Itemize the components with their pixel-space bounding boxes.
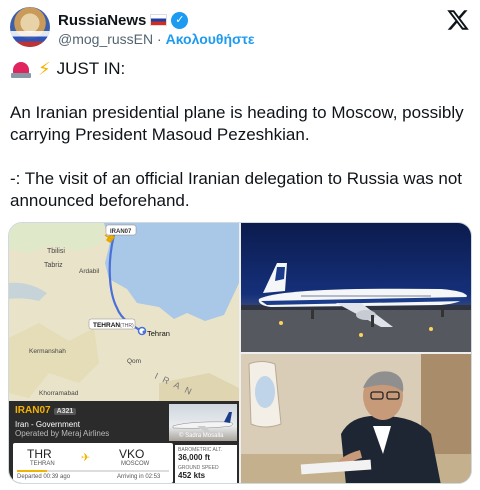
siren-emoji-icon	[10, 60, 32, 78]
x-logo-icon[interactable]	[446, 8, 470, 32]
tweet-paragraph-2: -: The visit of an official Iranian dele…	[10, 169, 467, 210]
flight-info-panel[interactable]: IRAN07 A321 Iran - Government Operated by…	[9, 401, 239, 483]
flight-operated-by: Operated by Meraj Airlines	[15, 429, 110, 438]
presidential-plane-photo[interactable]	[241, 223, 471, 352]
map-tehran-tag: TEHRAN	[93, 322, 120, 329]
map-label-tbilisi: Tbilisi	[47, 248, 65, 255]
route-box: THR TEHRAN ✈ VKO MOSCOW Departed 00:39 a…	[13, 443, 173, 483]
aircraft-type-badge: A321	[53, 408, 77, 415]
map-label-tehran: Tehran	[147, 329, 170, 338]
avatar[interactable]	[10, 7, 50, 47]
photo-credit: © Sadra Mosalla	[179, 433, 224, 439]
name-row: RussiaNews ✓	[58, 10, 189, 30]
flight-progress-bar	[17, 470, 169, 472]
map-callsign-tag: IRAN07	[110, 229, 132, 235]
media-grid: IRAN07 TEHRAN (THR) Tbilisi Tabriz Ardab…	[8, 222, 472, 484]
tweet-text: ⚡ JUST IN: An Iranian presidential plane…	[10, 58, 470, 212]
flight-operator: Iran - Government	[15, 420, 80, 429]
display-name[interactable]: RussiaNews	[58, 12, 146, 29]
russia-flag-icon	[150, 14, 168, 26]
tweet-header: RussiaNews ✓ @mog_russEN · Ακολουθήστε	[10, 4, 470, 48]
flight-callsign-row: IRAN07 A321	[15, 405, 77, 416]
handle-row: @mog_russEN · Ακολουθήστε	[58, 31, 255, 47]
altitude-value: 36,000 ft	[178, 453, 211, 462]
origin-code: THR	[27, 447, 52, 461]
airplane-icon: ✈	[81, 452, 91, 464]
flight-progress-fill	[17, 470, 48, 472]
speed-value: 452 kts	[178, 471, 206, 480]
map-label-khorramabad: Khorramabad	[39, 390, 79, 397]
departed-time: Departed 00:39 ago	[17, 474, 71, 480]
arriving-time: Arriving in 02:53	[117, 474, 161, 480]
map-tehran-tag-code: (THR)	[120, 323, 134, 329]
destination-name: MOSCOW	[121, 461, 150, 467]
just-in-text: JUST IN:	[56, 59, 126, 78]
lightning-emoji-icon: ⚡	[38, 59, 51, 79]
verified-badge-icon: ✓	[171, 11, 189, 29]
destination-code: VKO	[119, 447, 145, 461]
flight-stats: BAROMETRIC ALT. 36,000 ft GROUND SPEED 4…	[175, 445, 237, 483]
map-label-kermanshah: Kermanshah	[29, 348, 66, 355]
separator: ·	[157, 31, 162, 47]
president-in-cabin-photo[interactable]	[241, 354, 471, 483]
map-label-ardabil: Ardabil	[79, 268, 100, 275]
origin-name: TEHRAN	[30, 461, 55, 467]
flight-callsign: IRAN07	[15, 405, 51, 416]
tweet-line-1: ⚡ JUST IN:	[10, 58, 470, 80]
map-label-tabriz: Tabriz	[44, 262, 63, 269]
tweet-paragraph-1: An Iranian presidential plane is heading…	[10, 103, 469, 144]
follow-link[interactable]: Ακολουθήστε	[166, 31, 255, 47]
map-label-qom: Qom	[127, 358, 141, 365]
handle[interactable]: @mog_russEN	[58, 31, 153, 47]
